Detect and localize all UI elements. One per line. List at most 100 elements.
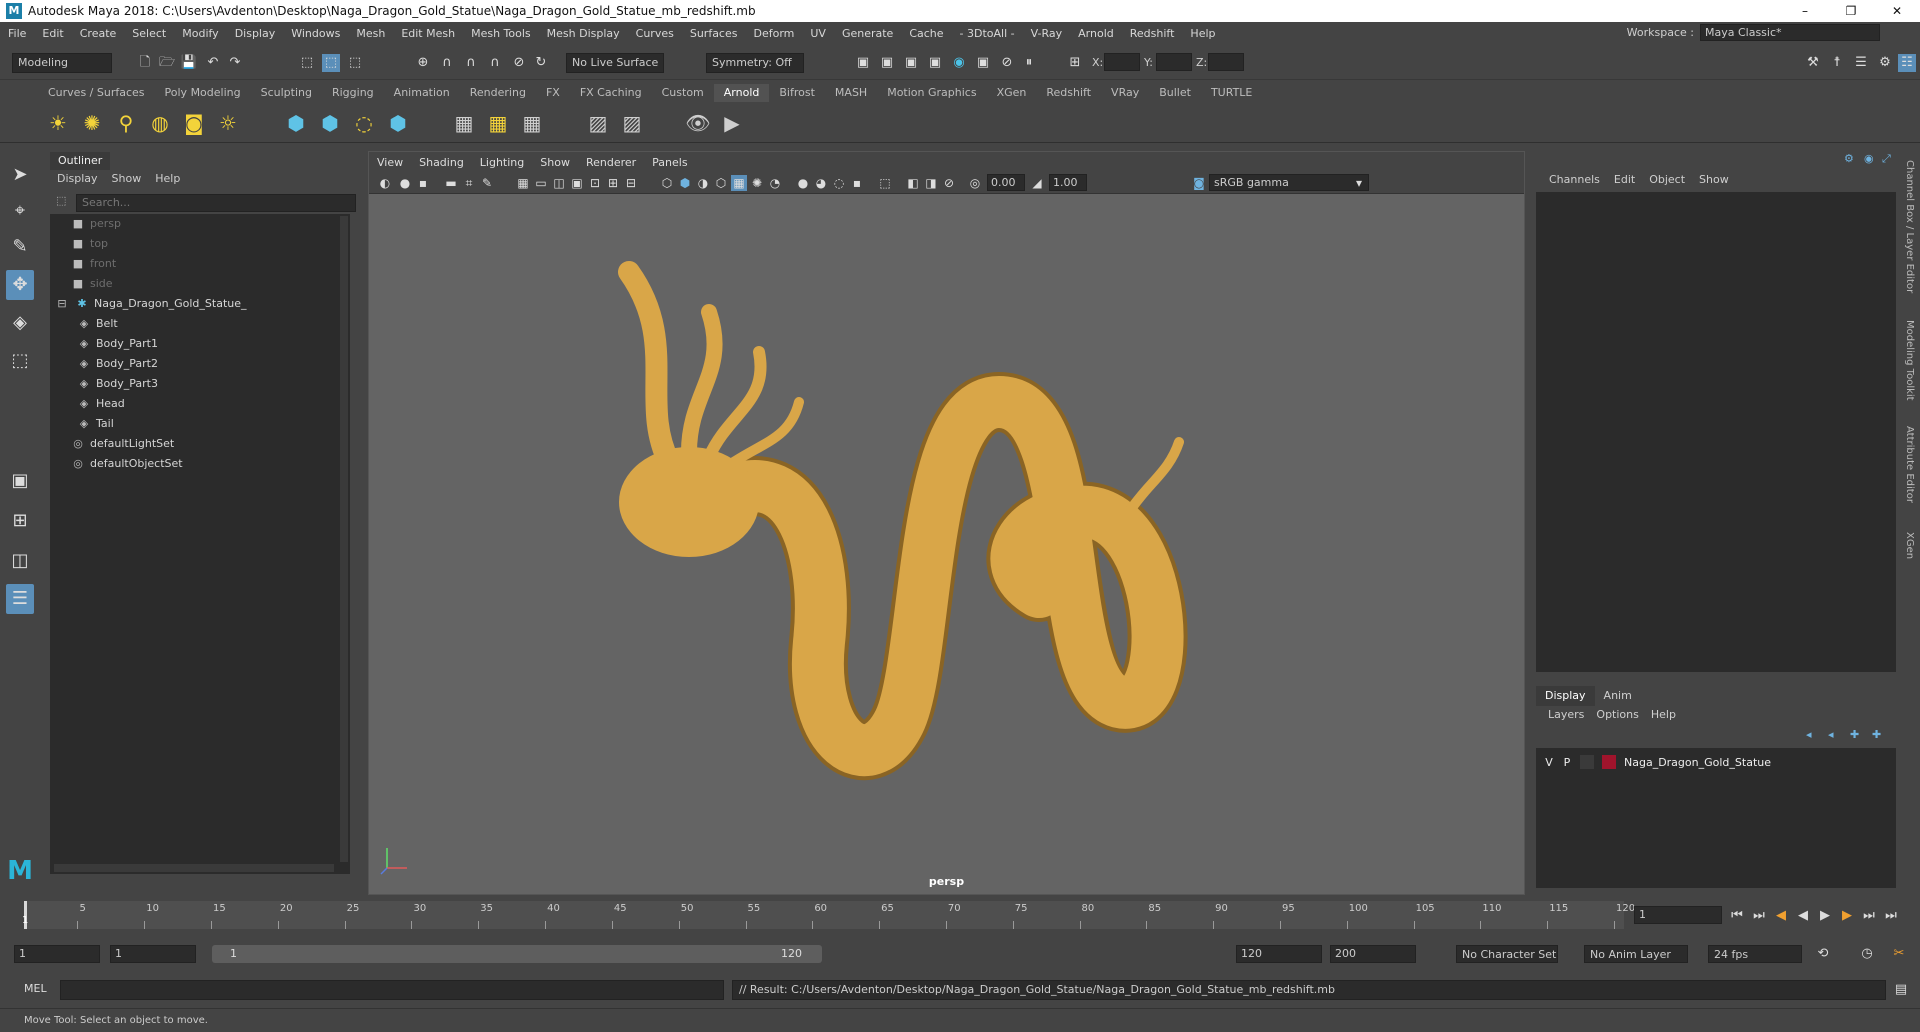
outliner-node-tail[interactable]: ◈ Tail bbox=[76, 414, 114, 434]
select-by-component-icon[interactable]: ⬚ bbox=[346, 54, 364, 72]
shelf-tab-bullet[interactable]: Bullet bbox=[1149, 84, 1201, 102]
outliner-node-body-part1[interactable]: ◈ Body_Part1 bbox=[76, 334, 158, 354]
current-frame-input[interactable]: 1 bbox=[1634, 906, 1722, 924]
gamma-input[interactable]: 1.00 bbox=[1049, 174, 1087, 191]
collapse-icon[interactable]: ⊟ bbox=[54, 294, 70, 314]
export-stand-in-icon[interactable]: ⬢ bbox=[316, 109, 344, 137]
viewport-menu-lighting[interactable]: Lighting bbox=[472, 156, 532, 169]
menu-edit-mesh[interactable]: Edit Mesh bbox=[393, 27, 463, 40]
camera-attributes-icon[interactable]: ● bbox=[397, 175, 413, 191]
menu-mesh[interactable]: Mesh bbox=[348, 27, 393, 40]
playback-start-input[interactable]: 1 bbox=[110, 945, 196, 963]
play-forwards-icon[interactable]: ▶ bbox=[1816, 907, 1834, 925]
animation-prefs-icon[interactable]: ✂ bbox=[1890, 945, 1908, 963]
character-controls-icon[interactable]: ☨ bbox=[1828, 54, 1846, 72]
multisample-aa-icon[interactable]: ◌ bbox=[831, 175, 847, 191]
animation-end-input[interactable]: 200 bbox=[1330, 945, 1416, 963]
shelf-tab-poly-modeling[interactable]: Poly Modeling bbox=[155, 84, 251, 102]
grid-icon[interactable]: ▦ bbox=[515, 175, 531, 191]
xray-joints-icon[interactable]: ◨ bbox=[923, 175, 939, 191]
menu-modify[interactable]: Modify bbox=[174, 27, 226, 40]
channel-box-pin-icon[interactable]: ◉ bbox=[1864, 152, 1874, 165]
outliner-node-body-part3[interactable]: ◈ Body_Part3 bbox=[76, 374, 158, 394]
photometric-light-icon[interactable]: ⚲ bbox=[112, 109, 140, 137]
dragon-crest-flame[interactable] bbox=[681, 304, 723, 460]
menu-vray[interactable]: V-Ray bbox=[1023, 27, 1071, 40]
xray-components-icon[interactable]: ⊘ bbox=[941, 175, 957, 191]
shelf-tab-rigging[interactable]: Rigging bbox=[322, 84, 384, 102]
create-stand-in-icon[interactable]: ⬢ bbox=[282, 109, 310, 137]
outliner-layout-icon[interactable]: ☰ bbox=[6, 584, 34, 614]
flush-caches-icon[interactable]: ▦ bbox=[450, 109, 478, 137]
ipr-render-icon[interactable]: ▣ bbox=[878, 54, 896, 72]
step-forward-key-icon[interactable]: ⏭ bbox=[1860, 907, 1878, 925]
shelf-tab-custom[interactable]: Custom bbox=[652, 84, 714, 102]
move-tool-icon[interactable]: ✥ bbox=[6, 270, 34, 300]
outliner-horizontal-scrollbar[interactable] bbox=[54, 864, 334, 872]
menu-help[interactable]: Help bbox=[1182, 27, 1223, 40]
arnold-render-icon[interactable]: ▶ bbox=[718, 109, 746, 137]
image-plane-icon[interactable]: ▬ bbox=[443, 175, 459, 191]
menu-surfaces[interactable]: Surfaces bbox=[682, 27, 746, 40]
outliner-node-head[interactable]: ◈ Head bbox=[76, 394, 125, 414]
z-coordinate-input[interactable] bbox=[1208, 53, 1244, 71]
exposure-icon[interactable]: ◎ bbox=[967, 175, 983, 191]
side-tab-xgen[interactable]: XGen bbox=[1904, 532, 1915, 559]
outliner-search-input[interactable]: Search... bbox=[76, 194, 356, 212]
playback-end-input[interactable]: 120 bbox=[1236, 945, 1322, 963]
snap-live-icon[interactable]: ⊘ bbox=[510, 54, 528, 72]
shelf-tab-bifrost[interactable]: Bifrost bbox=[769, 84, 825, 102]
script-editor-icon[interactable]: ▤ bbox=[1892, 981, 1910, 999]
channel-box-menu-channels[interactable]: Channels bbox=[1542, 170, 1607, 190]
snap-view-plane-icon[interactable]: ∩ bbox=[486, 54, 504, 72]
menu-mesh-tools[interactable]: Mesh Tools bbox=[463, 27, 539, 40]
shelf-tab-fx-caching[interactable]: FX Caching bbox=[570, 84, 652, 102]
persp-outliner-layout-icon[interactable]: ◫ bbox=[6, 546, 34, 576]
close-button[interactable]: ✕ bbox=[1874, 0, 1920, 22]
depth-of-field-icon[interactable]: ▪ bbox=[849, 175, 865, 191]
redo-icon[interactable]: ↷ bbox=[226, 54, 244, 72]
menu-uv[interactable]: UV bbox=[802, 27, 834, 40]
color-management-icon[interactable]: ◙ bbox=[1191, 175, 1207, 191]
exposure-input[interactable]: 0.00 bbox=[987, 174, 1025, 191]
dragon-crest-flame[interactable] bbox=[618, 261, 680, 473]
menu-deform[interactable]: Deform bbox=[745, 27, 802, 40]
workspace-dropdown[interactable]: Maya Classic* bbox=[1700, 24, 1880, 41]
menu-file[interactable]: File bbox=[0, 27, 34, 40]
open-scene-icon[interactable]: 🗁 bbox=[158, 54, 176, 72]
outliner-node-belt[interactable]: ◈ Belt bbox=[76, 314, 118, 334]
channel-box-menu-object[interactable]: Object bbox=[1642, 170, 1692, 190]
step-back-frame-icon[interactable]: ◀ bbox=[1772, 907, 1790, 925]
outliner-filter-icon[interactable]: ⬚ bbox=[56, 194, 66, 207]
channel-box-menu-show[interactable]: Show bbox=[1692, 170, 1736, 190]
menu-display[interactable]: Display bbox=[227, 27, 284, 40]
shelf-tab-redshift[interactable]: Redshift bbox=[1036, 84, 1101, 102]
outliner-node-default-light-set[interactable]: ◎ defaultLightSet bbox=[70, 434, 174, 454]
render-view-icon[interactable]: ◉ bbox=[950, 54, 968, 72]
render-settings-icon[interactable]: ▣ bbox=[902, 54, 920, 72]
y-coordinate-input[interactable] bbox=[1156, 53, 1192, 71]
viewport-menu-shading[interactable]: Shading bbox=[411, 156, 472, 169]
outliner-menu-help[interactable]: Help bbox=[148, 170, 187, 188]
layer-color-swatch[interactable] bbox=[1602, 755, 1616, 769]
layer-row[interactable]: V P Naga_Dragon_Gold_Statue bbox=[1540, 752, 1892, 772]
layer-tab-display[interactable]: Display bbox=[1536, 686, 1595, 706]
menu-windows[interactable]: Windows bbox=[283, 27, 348, 40]
save-scene-icon[interactable]: 💾 bbox=[180, 54, 198, 72]
volume-icon[interactable]: ⬢ bbox=[384, 109, 412, 137]
select-tool-icon[interactable]: ➤ bbox=[6, 160, 34, 190]
viewport-menu-show[interactable]: Show bbox=[532, 156, 578, 169]
snap-point-icon[interactable]: ∩ bbox=[462, 54, 480, 72]
maximize-button[interactable]: ❐ bbox=[1828, 0, 1874, 22]
outliner-node-default-object-set[interactable]: ◎ defaultObjectSet bbox=[70, 454, 182, 474]
outliner-menu-show[interactable]: Show bbox=[105, 170, 149, 188]
snap-together-icon[interactable]: ↻ bbox=[532, 54, 550, 72]
flush-textures-icon[interactable]: ▦ bbox=[484, 109, 512, 137]
layer-visibility-toggle[interactable]: V bbox=[1540, 756, 1558, 769]
viewport-menu-renderer[interactable]: Renderer bbox=[578, 156, 644, 169]
resolution-gate-icon[interactable]: ◫ bbox=[551, 175, 567, 191]
layer-menu-layers[interactable]: Layers bbox=[1542, 706, 1590, 724]
field-chart-icon[interactable]: ⊡ bbox=[587, 175, 603, 191]
layer-playback-toggle[interactable]: P bbox=[1558, 756, 1576, 769]
rotate-tool-icon[interactable]: ◈ bbox=[6, 308, 34, 338]
